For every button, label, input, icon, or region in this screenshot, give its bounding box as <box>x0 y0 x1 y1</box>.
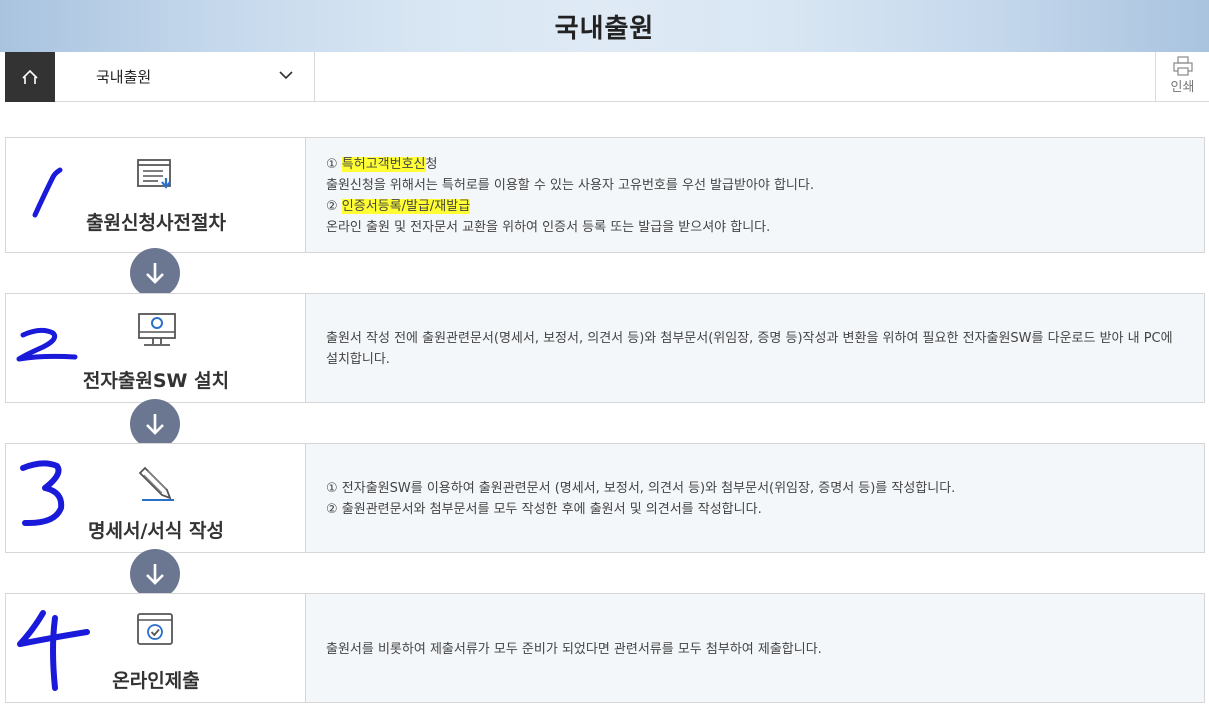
step-description: ① 특허고객번호신청 출원신청을 위해서는 특허로를 이용할 수 있는 사용자 … <box>326 154 1184 238</box>
handwritten-number-4 <box>17 610 90 691</box>
step-description-panel: ① 특허고객번호신청 출원신청을 위해서는 특허로를 이용할 수 있는 사용자 … <box>306 138 1204 252</box>
description-line: ② 출원관련문서와 첨부문서를 모두 작성한 후에 출원서 및 의견서를 작성합… <box>326 502 762 517</box>
register-customer-number-link[interactable]: 특허고객번호신 <box>341 157 426 172</box>
print-button[interactable]: 인쇄 <box>1155 52 1209 102</box>
step-description-panel: 출원서를 비롯하여 제출서류가 모두 준비가 되었다면 관련서류를 모두 첨부하… <box>306 594 1204 702</box>
step-description-panel: ① 전자출원SW를 이용하여 출원관련문서 (명세서, 보정서, 의견서 등)와… <box>306 444 1204 552</box>
description-line: ② 인증서등록/발급/재발급 <box>326 199 471 214</box>
arrow-down-icon <box>146 263 164 284</box>
step-card-4: 온라인제출 출원서를 비롯하여 제출서류가 모두 준비가 되었다면 관련서류를 … <box>5 593 1205 703</box>
pencil-icon <box>138 466 174 501</box>
home-icon <box>22 69 38 84</box>
category-select[interactable]: 국내출원 <box>55 52 315 102</box>
step-description: 출원서 작성 전에 출원관련문서(명세서, 보정서, 의견서 등)와 첨부문서(… <box>326 331 1173 367</box>
description-line: ① 전자출원SW를 이용하여 출원관련문서 (명세서, 보정서, 의견서 등)와… <box>326 481 956 496</box>
arrow-down-3 <box>130 549 180 599</box>
step-card-3: 명세서/서식 작성 ① 전자출원SW를 이용하여 출원관련문서 (명세서, 보정… <box>5 443 1205 553</box>
step-name: 전자출원SW 설치 <box>82 370 230 392</box>
handwritten-number-1 <box>32 167 63 218</box>
arrow-down-icon <box>146 564 164 585</box>
arrow-down-1 <box>130 248 180 298</box>
handwritten-number-3 <box>20 460 65 527</box>
step-card-1: 출원신청사전절차 ① 특허고객번호신청 출원신청을 위해서는 특허로를 이용할 … <box>5 137 1205 253</box>
computer-icon <box>138 313 176 346</box>
page-header: 국내출원 <box>0 0 1209 52</box>
navbar: 국내출원 인쇄 <box>5 52 1209 102</box>
step-description: ① 전자출원SW를 이용하여 출원관련문서 (명세서, 보정서, 의견서 등)와… <box>326 478 1184 520</box>
printer-icon <box>1173 56 1193 76</box>
description-line: 출원신청을 위해서는 특허로를 이용할 수 있는 사용자 고유번호를 우선 발급… <box>326 178 814 193</box>
step-card-2: 전자출원SW 설치 출원서 작성 전에 출원관련문서(명세서, 보정서, 의견서… <box>5 293 1205 403</box>
arrow-down-2 <box>130 399 180 449</box>
description-line: 온라인 출원 및 전자문서 교환을 위하여 인증서 등록 또는 발급을 받으셔야… <box>326 220 771 235</box>
handwritten-number-2 <box>16 327 78 362</box>
certificate-register-link[interactable]: 인증서등록/발급/재발급 <box>341 199 471 214</box>
home-button[interactable] <box>5 52 55 102</box>
print-label: 인쇄 <box>1170 80 1195 95</box>
arrow-down-icon <box>146 414 164 435</box>
window-check-icon <box>137 613 173 645</box>
description-line: ① 특허고객번호신청 <box>326 157 438 172</box>
document-download-icon <box>137 159 171 189</box>
step-description-panel: 출원서 작성 전에 출원관련문서(명세서, 보정서, 의견서 등)와 첨부문서(… <box>306 294 1204 402</box>
step-description: 출원서를 비롯하여 제출서류가 모두 준비가 되었다면 관련서류를 모두 첨부하… <box>326 642 822 657</box>
chevron-down-icon <box>279 71 293 80</box>
page-title: 국내출원 <box>554 13 655 44</box>
category-select-value: 국내출원 <box>96 68 152 86</box>
